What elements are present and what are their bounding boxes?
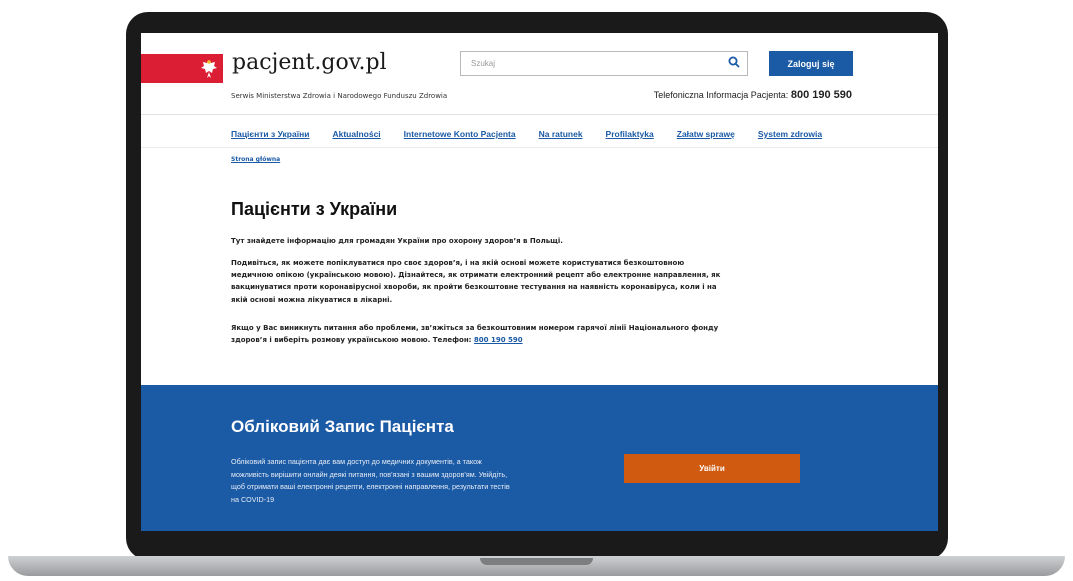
nav-item-ukraine[interactable]: Пацієнти з України bbox=[231, 129, 309, 139]
nav-item-prevention[interactable]: Profilaktyka bbox=[606, 129, 654, 139]
main-nav: Пацієнти з України Aktualności Interneto… bbox=[231, 129, 845, 139]
login-button[interactable]: Zaloguj się bbox=[769, 51, 853, 76]
nav-item-news[interactable]: Aktualności bbox=[332, 129, 380, 139]
nav-item-health-system[interactable]: System zdrowia bbox=[758, 129, 822, 139]
search-box bbox=[460, 51, 748, 76]
nav-item-emergency[interactable]: Na ratunek bbox=[539, 129, 583, 139]
browser-screen: pacjent.gov.pl Serwis Ministerstwa Zdrow… bbox=[141, 33, 938, 531]
site-tagline: Serwis Ministerstwa Zdrowia i Narodowego… bbox=[231, 92, 448, 100]
account-title: Обліковий Запис Пацієнта bbox=[231, 417, 454, 436]
search-input[interactable] bbox=[461, 52, 721, 75]
hotline-label: Telefoniczna Informacja Pacjenta: bbox=[653, 90, 789, 100]
site-logo[interactable]: pacjent.gov.pl bbox=[232, 50, 387, 75]
enter-button[interactable]: Увійти bbox=[624, 454, 800, 483]
intro-paragraph: Тут знайдете інформацію для громадян Укр… bbox=[231, 237, 563, 245]
polish-eagle-icon bbox=[195, 54, 223, 83]
hotline-number[interactable]: 800 190 590 bbox=[791, 89, 852, 101]
nav-item-services[interactable]: Załatw sprawę bbox=[677, 129, 735, 139]
hotline-info: Telefoniczna Informacja Pacjenta: 800 19… bbox=[654, 89, 852, 101]
account-description: Обліковий запис пацієнта дає вам доступ … bbox=[231, 457, 510, 504]
search-icon[interactable] bbox=[728, 56, 740, 71]
contact-paragraph: Якщо у Вас виникнуть питання або проблем… bbox=[231, 322, 721, 346]
page-title: Пацієнти з України bbox=[231, 199, 398, 219]
nav-divider-bottom bbox=[141, 147, 938, 148]
laptop-notch bbox=[480, 558, 593, 565]
breadcrumb[interactable]: Strona główna bbox=[231, 156, 280, 163]
info-paragraph: Подивіться, як можете попіклуватися про … bbox=[231, 259, 721, 304]
phone-link[interactable]: 800 190 590 bbox=[474, 336, 523, 344]
nav-item-patient-account[interactable]: Internetowe Konto Pacjenta bbox=[404, 129, 516, 139]
nav-divider bbox=[141, 114, 938, 115]
